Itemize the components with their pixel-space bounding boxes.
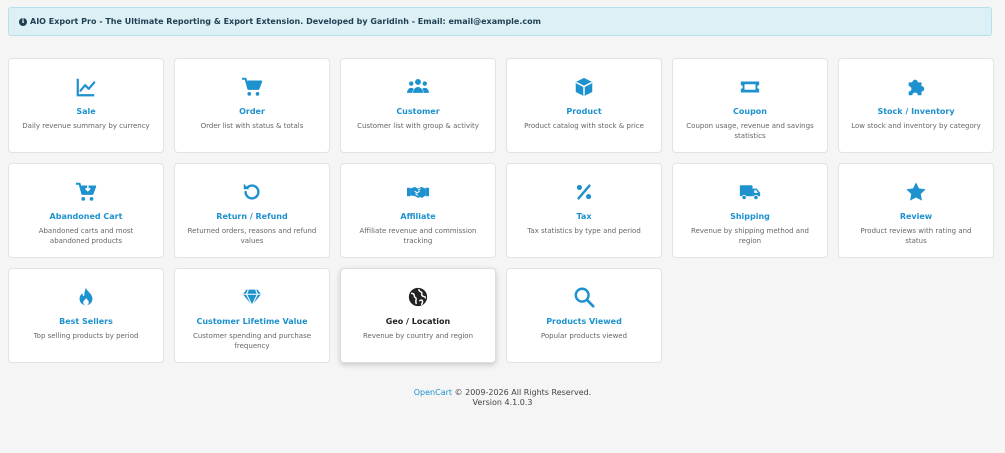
card-title: Product xyxy=(566,107,602,116)
card-customer[interactable]: Customer Customer list with group & acti… xyxy=(340,58,496,153)
globe-icon xyxy=(341,285,495,309)
card-title: Abandoned Cart xyxy=(49,212,123,221)
card-sale[interactable]: Sale Daily revenue summary by currency xyxy=(8,58,164,153)
card-desc: Product catalog with stock & price xyxy=(524,122,644,130)
card-title: Stock / Inventory xyxy=(877,107,955,116)
handshake-icon xyxy=(341,180,495,204)
card-desc: Customer spending and purchase frequency xyxy=(192,332,312,350)
card-title: Return / Refund xyxy=(216,212,288,221)
card-title: Tax xyxy=(576,212,592,221)
copyright-text: © 2009-2026 All Rights Reserved. xyxy=(452,388,592,397)
card-desc: Tax statistics by type and period xyxy=(527,227,641,235)
card-desc: Daily revenue summary by currency xyxy=(22,122,150,130)
gem-icon xyxy=(175,285,329,309)
card-desc: Affiliate revenue and commission trackin… xyxy=(359,227,477,245)
info-circle-icon: i xyxy=(19,17,27,26)
card-title: Coupon xyxy=(733,107,767,116)
cube-icon xyxy=(507,75,661,99)
card-title: Review xyxy=(899,212,933,221)
card-desc: Abandoned carts and most abandoned produ… xyxy=(38,227,134,245)
puzzle-icon xyxy=(839,75,993,99)
card-desc: Product reviews with rating and status xyxy=(860,227,972,245)
footer: OpenCart © 2009-2026 All Rights Reserved… xyxy=(0,388,1005,408)
card-desc: Customer list with group & activity xyxy=(357,122,479,130)
star-icon xyxy=(839,180,993,204)
card-title: Products Viewed xyxy=(546,317,622,326)
card-title: Sale xyxy=(76,107,96,116)
version-text: Version 4.1.0.3 xyxy=(472,398,533,407)
card-title: Best Sellers xyxy=(59,317,113,326)
card-desc: Popular products viewed xyxy=(540,332,628,340)
card-order[interactable]: Order Order list with status & totals xyxy=(174,58,330,153)
card-desc: Returned orders, reasons and refund valu… xyxy=(187,227,317,245)
card-title: Customer xyxy=(396,107,440,116)
truck-icon xyxy=(673,180,827,204)
card-best-sellers[interactable]: Best Sellers Top selling products by per… xyxy=(8,268,164,363)
card-title: Shipping xyxy=(730,212,770,221)
card-desc: Low stock and inventory by category xyxy=(851,122,981,130)
card-review[interactable]: Review Product reviews with rating and s… xyxy=(838,163,994,258)
card-desc: Revenue by country and region xyxy=(362,332,474,340)
shopping-cart-icon xyxy=(175,75,329,99)
opencart-link[interactable]: OpenCart xyxy=(414,388,452,397)
ticket-icon xyxy=(673,75,827,99)
card-affiliate[interactable]: Affiliate Affiliate revenue and commissi… xyxy=(340,163,496,258)
rotate-left-icon xyxy=(175,180,329,204)
percent-icon xyxy=(507,180,661,204)
card-customer-lifetime-value[interactable]: Customer Lifetime Value Customer spendin… xyxy=(174,268,330,363)
chart-line-icon xyxy=(9,75,163,99)
card-shipping[interactable]: Shipping Revenue by shipping method and … xyxy=(672,163,828,258)
info-alert: i AIO Export Pro - The Ultimate Reportin… xyxy=(8,7,992,36)
card-title: Geo / Location xyxy=(385,317,451,326)
card-product[interactable]: Product Product catalog with stock & pri… xyxy=(506,58,662,153)
card-coupon[interactable]: Coupon Coupon usage, revenue and savings… xyxy=(672,58,828,153)
card-title: Affiliate xyxy=(400,212,436,221)
cart-arrow-down-icon xyxy=(9,180,163,204)
alert-text: AIO Export Pro - The Ultimate Reporting … xyxy=(30,17,541,26)
card-desc: Revenue by shipping method and region xyxy=(691,227,809,245)
users-icon xyxy=(341,75,495,99)
search-icon xyxy=(507,285,661,309)
card-abandoned-cart[interactable]: Abandoned Cart Abandoned carts and most … xyxy=(8,163,164,258)
card-tax[interactable]: Tax Tax statistics by type and period xyxy=(506,163,662,258)
card-products-viewed[interactable]: Products Viewed Popular products viewed xyxy=(506,268,662,363)
card-desc: Top selling products by period xyxy=(33,332,139,340)
card-return-refund[interactable]: Return / Refund Returned orders, reasons… xyxy=(174,163,330,258)
card-desc: Order list with status & totals xyxy=(200,122,304,130)
card-desc: Coupon usage, revenue and savings statis… xyxy=(686,122,814,140)
fire-icon xyxy=(9,285,163,309)
card-stock-inventory[interactable]: Stock / Inventory Low stock and inventor… xyxy=(838,58,994,153)
report-grid: Sale Daily revenue summary by currency O… xyxy=(8,58,994,363)
card-geo-location[interactable]: Geo / Location Revenue by country and re… xyxy=(340,268,496,363)
card-title: Order xyxy=(239,107,265,116)
card-title: Customer Lifetime Value xyxy=(196,317,308,326)
